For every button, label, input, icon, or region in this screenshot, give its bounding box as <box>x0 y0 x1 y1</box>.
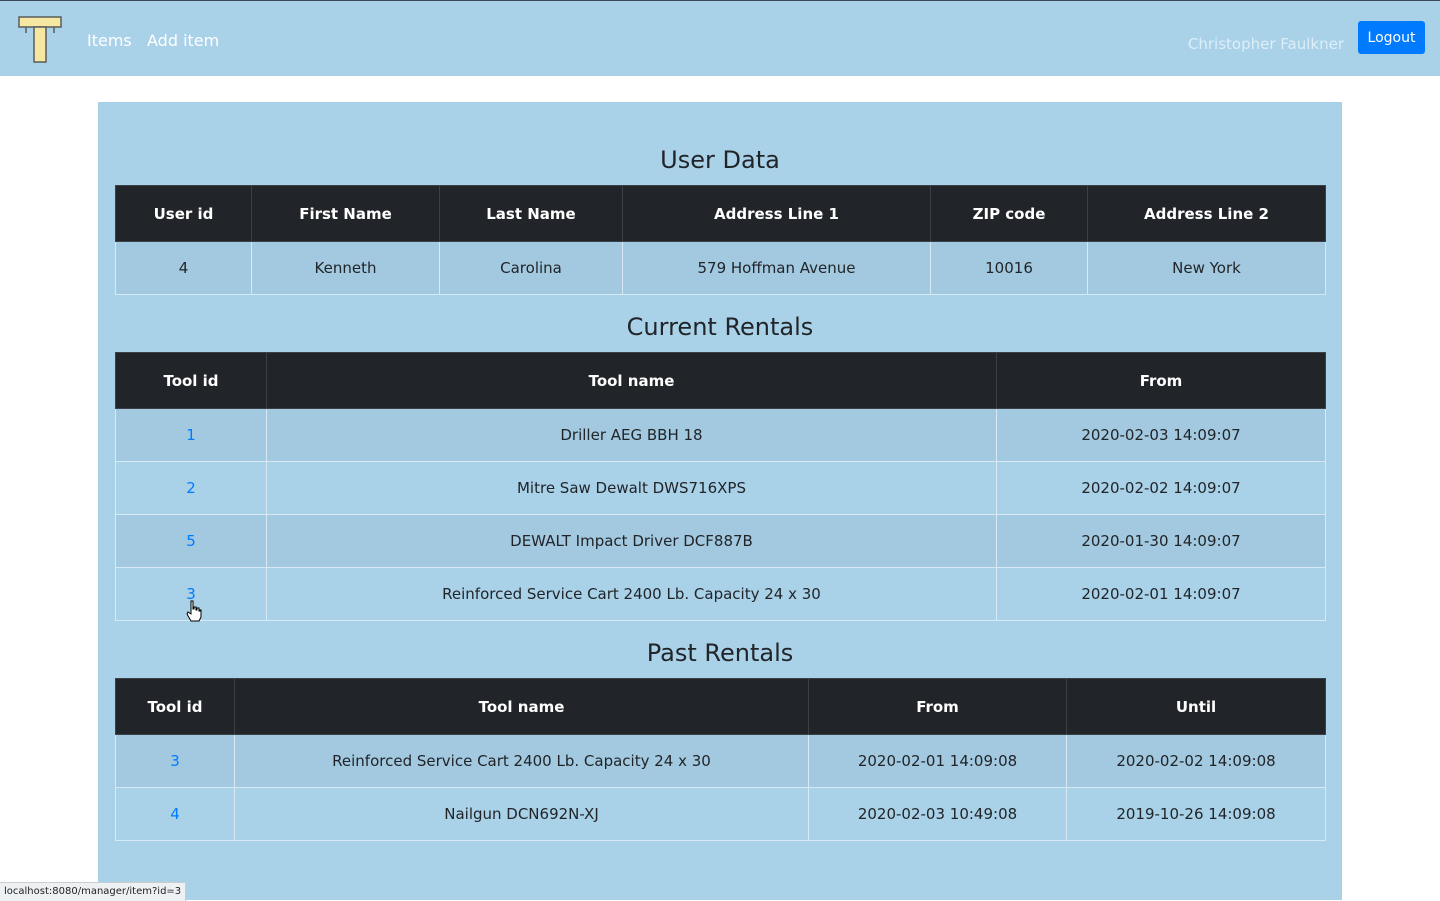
from-cell: 2020-01-30 14:09:07 <box>996 514 1326 568</box>
from-cell: 2020-02-01 14:09:08 <box>808 734 1067 788</box>
address-line-2-cell: New York <box>1087 241 1326 295</box>
column-header: Tool name <box>266 352 997 409</box>
nav-items-link[interactable]: Items <box>87 31 132 50</box>
tool-id-cell: 4 <box>115 787 235 841</box>
tool-name-cell: Mitre Saw Dewalt DWS716XPS <box>266 461 997 515</box>
column-header: Tool id <box>115 678 235 735</box>
content-panel: User Data User id First Name Last Name A… <box>98 102 1342 900</box>
table-row: 3 Reinforced Service Cart 2400 Lb. Capac… <box>115 567 1326 621</box>
tool-name-cell: Nailgun DCN692N-XJ <box>234 787 809 841</box>
from-cell: 2020-02-01 14:09:07 <box>996 567 1326 621</box>
tool-id-cell: 3 <box>115 734 235 788</box>
column-header: User id <box>115 185 252 242</box>
tool-id-link[interactable]: 4 <box>170 805 180 823</box>
table-row: 2 Mitre Saw Dewalt DWS716XPS 2020-02-02 … <box>115 461 1326 515</box>
user-data-title: User Data <box>660 146 780 174</box>
last-name-cell: Carolina <box>439 241 623 295</box>
table-row: 3 Reinforced Service Cart 2400 Lb. Capac… <box>115 734 1326 788</box>
current-rentals-table: Tool id Tool name From 1 Driller AEG BBH… <box>115 352 1326 621</box>
column-header: Last Name <box>439 185 623 242</box>
tool-id-link[interactable]: 5 <box>186 532 196 550</box>
tool-name-cell: Reinforced Service Cart 2400 Lb. Capacit… <box>266 567 997 621</box>
tool-id-cell: 1 <box>115 408 267 462</box>
hammer-logo-icon[interactable] <box>17 14 63 64</box>
table-row: 4 Nailgun DCN692N-XJ 2020-02-03 10:49:08… <box>115 787 1326 841</box>
tool-id-link[interactable]: 1 <box>186 426 196 444</box>
table-row: 5 DEWALT Impact Driver DCF887B 2020-01-3… <box>115 514 1326 568</box>
column-header: First Name <box>251 185 440 242</box>
address-line-1-cell: 579 Hoffman Avenue <box>622 241 931 295</box>
table-header-row: Tool id Tool name From <box>115 352 1326 409</box>
navbar: Items Add item Christopher Faulkner Logo… <box>0 0 1440 76</box>
tool-name-cell: Reinforced Service Cart 2400 Lb. Capacit… <box>234 734 809 788</box>
nav-add-item-link[interactable]: Add item <box>147 31 219 50</box>
first-name-cell: Kenneth <box>251 241 440 295</box>
logout-button[interactable]: Logout <box>1358 21 1425 54</box>
tool-name-cell: DEWALT Impact Driver DCF887B <box>266 514 997 568</box>
user-name: Christopher Faulkner <box>1187 35 1344 53</box>
current-rentals-title: Current Rentals <box>626 313 814 341</box>
column-header: From <box>808 678 1067 735</box>
from-cell: 2020-02-02 14:09:07 <box>996 461 1326 515</box>
until-cell: 2019-10-26 14:09:08 <box>1066 787 1326 841</box>
until-cell: 2020-02-02 14:09:08 <box>1066 734 1326 788</box>
past-rentals-title: Past Rentals <box>646 639 794 667</box>
column-header: Tool name <box>234 678 809 735</box>
zip-code-cell: 10016 <box>930 241 1088 295</box>
table-row: 1 Driller AEG BBH 18 2020-02-03 14:09:07 <box>115 408 1326 462</box>
from-cell: 2020-02-03 14:09:07 <box>996 408 1326 462</box>
tool-id-link[interactable]: 3 <box>170 752 180 770</box>
from-cell: 2020-02-03 10:49:08 <box>808 787 1067 841</box>
user-id-cell: 4 <box>115 241 252 295</box>
tool-name-cell: Driller AEG BBH 18 <box>266 408 997 462</box>
column-header: Tool id <box>115 352 267 409</box>
column-header: Address Line 1 <box>622 185 931 242</box>
table-header-row: User id First Name Last Name Address Lin… <box>115 185 1326 242</box>
table-row: 4 Kenneth Carolina 579 Hoffman Avenue 10… <box>115 241 1326 295</box>
past-rentals-table: Tool id Tool name From Until 3 Reinforce… <box>115 678 1326 841</box>
tool-id-link[interactable]: 2 <box>186 479 196 497</box>
tool-id-cell: 2 <box>115 461 267 515</box>
user-data-table: User id First Name Last Name Address Lin… <box>115 185 1326 295</box>
column-header: Address Line 2 <box>1087 185 1326 242</box>
table-header-row: Tool id Tool name From Until <box>115 678 1326 735</box>
column-header: From <box>996 352 1326 409</box>
tool-id-cell: 5 <box>115 514 267 568</box>
hand-pointer-cursor-icon <box>186 600 202 622</box>
column-header: Until <box>1066 678 1326 735</box>
browser-status-bar: localhost:8080/manager/item?id=3 <box>0 882 187 901</box>
column-header: ZIP code <box>930 185 1088 242</box>
